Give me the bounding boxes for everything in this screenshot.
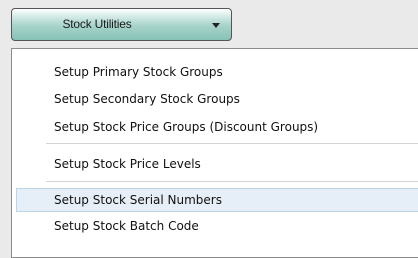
menu-item-setup-primary-stock-groups[interactable]: Setup Primary Stock Groups	[16, 60, 418, 84]
stock-utilities-menu: Setup Primary Stock Groups Setup Seconda…	[11, 48, 418, 258]
chevron-down-icon	[212, 23, 220, 28]
menu-separator	[46, 181, 418, 182]
stock-utilities-label: Stock Utilities	[62, 17, 132, 31]
menu-item-setup-stock-serial-numbers[interactable]: Setup Stock Serial Numbers	[16, 188, 418, 212]
menu-separator	[46, 143, 418, 144]
menu-item-setup-stock-price-groups[interactable]: Setup Stock Price Groups (Discount Group…	[16, 115, 418, 139]
stock-utilities-dropdown-button[interactable]: Stock Utilities	[11, 8, 232, 41]
menu-item-setup-secondary-stock-groups[interactable]: Setup Secondary Stock Groups	[16, 87, 418, 111]
menu-item-setup-stock-price-levels[interactable]: Setup Stock Price Levels	[16, 152, 418, 176]
menu-item-setup-stock-batch-code[interactable]: Setup Stock Batch Code	[16, 214, 418, 238]
